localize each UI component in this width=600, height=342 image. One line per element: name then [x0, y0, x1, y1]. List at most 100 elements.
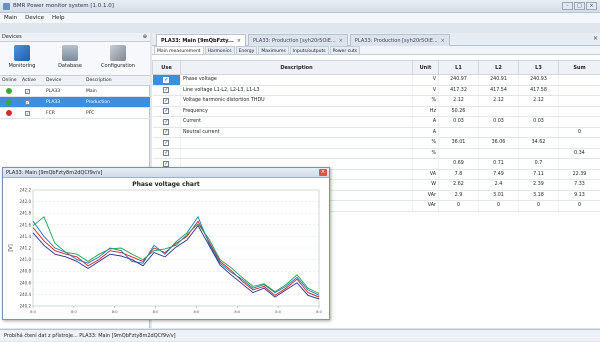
table-row[interactable]: ✓Neutral currentA0 — [153, 127, 600, 138]
l2-cell: 417.54 — [479, 85, 519, 96]
l1-cell — [439, 127, 479, 138]
header-l1[interactable]: L1 — [439, 61, 479, 75]
y-tick-label: 240.4 — [20, 292, 32, 297]
chart-window-title[interactable]: PLA33: Main [9mQbFzty8m2dQCf9v/v] × — [3, 168, 329, 178]
use-checkbox[interactable]: ✓ — [163, 140, 169, 146]
unit-cell — [413, 159, 439, 170]
unit-cell: A — [413, 117, 439, 128]
close-icon[interactable]: × — [319, 169, 327, 176]
minimize-icon[interactable]: – — [562, 2, 573, 10]
close-all-icon[interactable]: × — [593, 35, 598, 42]
maximize-icon[interactable]: □ — [574, 2, 585, 10]
table-row[interactable]: ✓Line voltage L1-L2, L2-L3, L1-L3V417.32… — [153, 85, 600, 96]
document-tabs: PLA33: Main [9mQbFzty...× PLA33: Product… — [152, 33, 600, 46]
header-l2[interactable]: L2 — [479, 61, 519, 75]
use-cell[interactable]: ✓ — [153, 96, 181, 107]
active-checkbox[interactable]: ✓ — [25, 100, 30, 105]
menu-bar: Main Device Help — [0, 13, 600, 23]
header-description[interactable]: Description — [181, 61, 413, 75]
header-l3[interactable]: L3 — [519, 61, 559, 75]
unit-cell: % — [413, 96, 439, 107]
l1-cell: 36.01 — [439, 138, 479, 149]
chart-window[interactable]: PLA33: Main [9mQbFzty8m2dQCf9v/v] × Phas… — [2, 167, 330, 320]
table-row[interactable]: ✓FrequencyHz50.26 — [153, 106, 600, 117]
use-checkbox[interactable]: ✓ — [163, 119, 169, 125]
y-tick-label: 242.0 — [20, 199, 32, 204]
close-tab-icon[interactable]: × — [441, 38, 445, 44]
subtab-inputs-outputs[interactable]: Inputs/outputs — [290, 46, 329, 54]
subtab-main-measurement[interactable]: Main measurement — [154, 46, 204, 54]
use-cell[interactable]: ✓ — [153, 148, 181, 159]
use-checkbox[interactable]: ✓ — [163, 150, 169, 156]
phase-voltage-chart: Phase voltage chart242.2242.0241.8241.62… — [3, 178, 329, 319]
use-checkbox[interactable]: ✓ — [163, 161, 169, 167]
l2-cell: 2.12 — [479, 96, 519, 107]
subtab-maximums[interactable]: Maximums — [258, 46, 289, 54]
subtab-power-cuts[interactable]: Power cuts — [330, 46, 360, 54]
use-cell[interactable]: ✓ — [153, 117, 181, 128]
close-tab-icon[interactable]: × — [237, 38, 241, 44]
device-row[interactable]: ✓PLA33Production — [0, 97, 150, 108]
sum-cell — [559, 96, 600, 107]
subtab-energy[interactable]: Energy — [236, 46, 258, 54]
device-description: Main — [86, 89, 97, 94]
device-row[interactable]: ✓FCRPFC — [0, 108, 150, 119]
use-checkbox[interactable]: ✓ — [163, 87, 169, 93]
menu-main[interactable]: Main — [4, 13, 17, 23]
tab-pla33-production[interactable]: PLA33: Production [syh20r5OiE...× — [248, 34, 348, 46]
header-use[interactable]: Use — [153, 61, 181, 75]
l2-cell: 7.49 — [479, 169, 519, 180]
y-tick-label: 241.6 — [20, 222, 32, 227]
monitoring-icon — [14, 45, 30, 61]
monitoring-button[interactable]: Monitoring — [2, 44, 42, 74]
l1-cell: 417.32 — [439, 85, 479, 96]
close-tab-icon[interactable]: × — [339, 38, 343, 44]
device-row[interactable]: ✓PLA33Main — [0, 86, 150, 97]
use-cell[interactable]: ✓ — [153, 106, 181, 117]
menu-help[interactable]: Help — [52, 13, 65, 23]
use-cell[interactable]: ✓ — [153, 127, 181, 138]
table-row[interactable]: ✓%0.34 — [153, 148, 600, 159]
sum-cell — [559, 117, 600, 128]
active-checkbox[interactable]: ✓ — [25, 111, 30, 116]
table-row[interactable]: ✓Phase voltageV240.97240.91240.93 — [153, 75, 600, 86]
tab-pla33-production-2[interactable]: PLA33: Production [syh20r5OiE...× — [350, 34, 450, 46]
table-row[interactable]: ✓CurrentA0.030.030.03 — [153, 117, 600, 128]
y-tick-label: 241.2 — [20, 246, 32, 251]
active-checkbox[interactable]: ✓ — [25, 89, 30, 94]
close-icon[interactable]: × — [586, 2, 597, 10]
pin-icon[interactable]: ⊕ — [143, 33, 147, 42]
l3-cell: 2.12 — [519, 96, 559, 107]
subtab-harmonics[interactable]: Harmonics — [205, 46, 235, 54]
tab-pla33-main[interactable]: PLA33: Main [9mQbFzty...× — [156, 34, 246, 46]
sum-cell: 0 — [559, 127, 600, 138]
col-online[interactable]: Online — [0, 76, 20, 85]
use-cell[interactable]: ✓ — [153, 138, 181, 149]
col-description[interactable]: Description — [84, 76, 134, 85]
configuration-button[interactable]: Configuration — [98, 44, 138, 74]
use-checkbox[interactable]: ✓ — [163, 77, 169, 83]
use-checkbox[interactable]: ✓ — [163, 98, 169, 104]
col-active[interactable]: Active — [20, 76, 44, 85]
use-checkbox[interactable]: ✓ — [163, 108, 169, 114]
x-tick-label: 8:0 — [316, 310, 322, 314]
l3-cell: 34.62 — [519, 138, 559, 149]
unit-cell: % — [413, 148, 439, 159]
header-unit[interactable]: Unit — [413, 61, 439, 75]
l3-cell: 240.93 — [519, 75, 559, 86]
l2-cell: 0 — [479, 201, 519, 212]
col-device[interactable]: Device — [44, 76, 84, 85]
menu-device[interactable]: Device — [25, 13, 44, 23]
database-button[interactable]: Database — [50, 44, 90, 74]
app-icon — [3, 3, 10, 10]
description-cell: Phase voltage — [181, 75, 413, 86]
online-status-icon — [6, 99, 12, 105]
table-row[interactable]: ✓Voltage harmonic distortion THDU%2.122.… — [153, 96, 600, 107]
table-row[interactable]: ✓%36.0136.0634.62 — [153, 138, 600, 149]
use-checkbox[interactable]: ✓ — [163, 129, 169, 135]
l2-cell: 0.71 — [479, 159, 519, 170]
use-cell[interactable]: ✓ — [153, 85, 181, 96]
header-sum[interactable]: Sum — [559, 61, 600, 75]
device-name: PLA33 — [46, 100, 60, 105]
use-cell[interactable]: ✓ — [153, 75, 181, 86]
